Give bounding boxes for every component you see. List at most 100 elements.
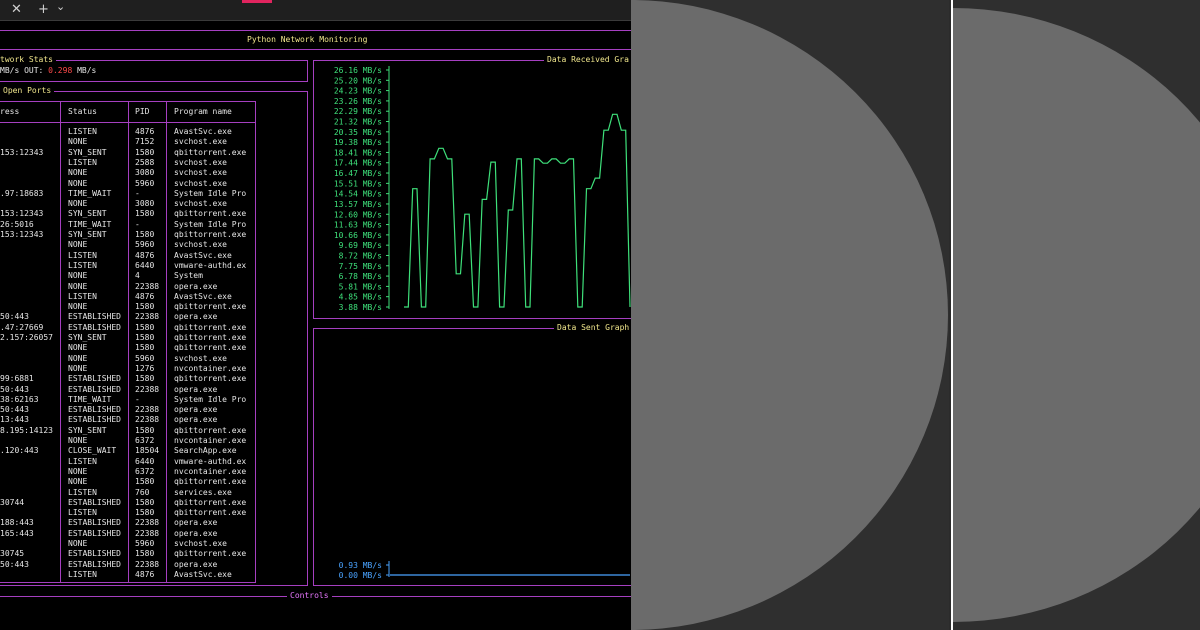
cell-program: opera.exe: [174, 415, 218, 425]
cell-program: System Idle Pro: [174, 394, 247, 404]
cell-status: SYN_SENT: [68, 425, 107, 435]
cell-program: opera.exe: [174, 528, 218, 538]
cell-status: NONE: [68, 466, 88, 476]
cell-pid: 22388: [135, 559, 160, 569]
close-tab-icon[interactable]: ✕: [11, 1, 22, 19]
cell-pid: 1580: [135, 374, 155, 384]
y-tick-label: 17.44 MB/s: [334, 159, 382, 168]
cell-program: svchost.exe: [174, 178, 227, 188]
cell-pid: 3080: [135, 168, 155, 178]
cell-program: qbittorrent.exe: [174, 322, 247, 332]
cell-program: vmware-authd.ex: [174, 260, 247, 270]
cell-address: 50:443: [0, 405, 29, 415]
cell-program: qbittorrent.exe: [174, 147, 247, 157]
controls-label[interactable]: Controls: [287, 591, 332, 601]
column-header-address[interactable]: ress: [0, 107, 19, 117]
cell-pid: 6440: [135, 260, 155, 270]
cell-program: SearchApp.exe: [174, 446, 237, 456]
cell-status: ESTABLISHED: [68, 405, 121, 415]
cell-pid: 1580: [135, 497, 155, 507]
cell-pid: 5960: [135, 240, 155, 250]
cell-program: qbittorrent.exe: [174, 230, 247, 239]
cell-program: vmware-authd.ex: [174, 456, 247, 466]
y-tick-label: 4.85 MB/s: [339, 293, 383, 302]
cell-pid: 1580: [135, 230, 155, 239]
cell-address: .120:443: [0, 446, 39, 456]
cell-status: TIME_WAIT: [68, 219, 112, 229]
open-ports-title: Open Ports: [0, 86, 55, 96]
column-header-status[interactable]: Status: [68, 107, 97, 117]
cell-status: ESTABLISHED: [68, 374, 121, 384]
cell-address: 153:12343: [0, 209, 44, 219]
cell-status: ESTABLISHED: [68, 415, 121, 425]
cell-program: svchost.exe: [174, 157, 227, 167]
cell-status: NONE: [68, 477, 88, 487]
cell-program: qbittorrent.exe: [174, 477, 247, 487]
cell-program: qbittorrent.exe: [174, 343, 247, 353]
cell-pid: 760: [135, 487, 150, 497]
cell-address: 2.157:26057: [0, 333, 53, 342]
cell-address: .97:18683: [0, 188, 44, 198]
cell-pid: -: [135, 394, 140, 404]
cell-program: System Idle Pro: [174, 188, 247, 198]
cell-status: NONE: [68, 302, 88, 312]
y-tick-label: 9.69 MB/s: [339, 241, 383, 250]
cell-pid: 1580: [135, 333, 155, 342]
cell-program: qbittorrent.exe: [174, 333, 247, 342]
cell-program: svchost.exe: [174, 137, 227, 147]
cell-pid: 1580: [135, 322, 155, 332]
cell-program: services.exe: [174, 487, 232, 497]
column-header-pid[interactable]: PID: [135, 107, 149, 117]
y-tick-label: 21.32 MB/s: [334, 118, 382, 127]
cell-program: qbittorrent.exe: [174, 508, 247, 518]
cell-status: NONE: [68, 240, 88, 250]
cell-address: 13:443: [0, 415, 29, 425]
cell-status: TIME_WAIT: [68, 394, 112, 404]
cell-address: 8.195:14123: [0, 425, 53, 435]
cell-pid: 6372: [135, 466, 155, 476]
cell-program: svchost.exe: [174, 240, 227, 250]
y-tick-label: 26.16 MB/s: [334, 66, 382, 75]
cell-pid: 1580: [135, 508, 155, 518]
cell-pid: 1580: [135, 477, 155, 487]
cell-program: qbittorrent.exe: [174, 425, 247, 435]
column-header-program[interactable]: Program name: [174, 107, 232, 117]
placeholder-shape: [953, 8, 1200, 622]
cell-status: SYN_SENT: [68, 230, 107, 239]
cell-pid: 6372: [135, 436, 155, 445]
cell-address: 38:62163: [0, 394, 39, 404]
cell-pid: 22388: [135, 405, 160, 415]
cell-pid: 3080: [135, 199, 155, 209]
cell-address: 153:12343: [0, 147, 44, 157]
cell-program: qbittorrent.exe: [174, 374, 247, 384]
cell-status: SYN_SENT: [68, 333, 107, 342]
cell-pid: 6440: [135, 456, 155, 466]
y-tick-label: 16.47 MB/s: [334, 169, 382, 178]
cell-address: 50:443: [0, 384, 29, 394]
cell-address: 26:5016: [0, 219, 34, 229]
stats-prefix: MB/s OUT:: [0, 66, 49, 75]
cell-program: opera.exe: [174, 281, 218, 291]
cell-status: LISTEN: [68, 157, 97, 167]
cell-pid: 1580: [135, 343, 155, 353]
cell-program: opera.exe: [174, 312, 218, 322]
y-tick-label: 12.60 MB/s: [334, 210, 382, 219]
cell-status: NONE: [68, 436, 88, 445]
y-tick-label: 23.26 MB/s: [334, 97, 382, 106]
cell-pid: 1580: [135, 549, 155, 559]
cell-program: AvastSvc.exe: [174, 127, 232, 136]
table-column-divider: [60, 101, 61, 582]
cell-program: System Idle Pro: [174, 219, 247, 229]
y-tick-label: 0.00 MB/s: [339, 571, 383, 580]
cell-address: 30744: [0, 497, 25, 507]
cell-pid: 5960: [135, 178, 155, 188]
cell-status: ESTABLISHED: [68, 312, 121, 322]
cell-status: ESTABLISHED: [68, 384, 121, 394]
chevron-down-icon[interactable]: ⌄: [56, 0, 65, 16]
cell-program: opera.exe: [174, 559, 218, 569]
y-tick-label: 20.35 MB/s: [334, 128, 382, 137]
y-tick-label: 3.88 MB/s: [339, 303, 383, 312]
cell-status: LISTEN: [68, 250, 97, 260]
cell-pid: 1276: [135, 363, 155, 373]
new-tab-icon[interactable]: +: [38, 1, 49, 19]
